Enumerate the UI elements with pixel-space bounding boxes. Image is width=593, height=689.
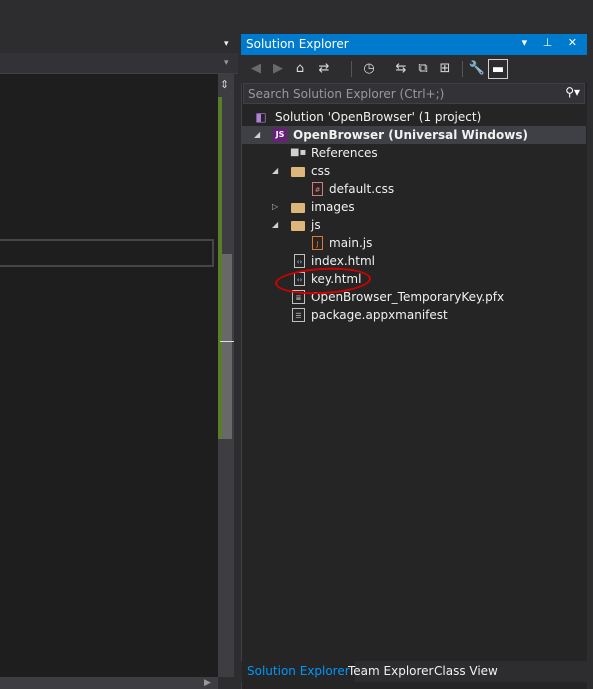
preview-selected-items-icon[interactable]: ▬ [488,59,508,79]
show-all-files-icon[interactable]: ⊞ [435,59,455,79]
solution-explorer-titlebar[interactable]: Solution Explorer ▾ ⊥ ✕ [241,34,587,55]
search-input[interactable] [246,85,548,102]
pending-changes-filter-icon[interactable]: ◷ [359,59,379,79]
javascript-project-icon: JS [273,128,287,142]
panel-window-buttons[interactable]: ▾ ⊥ ✕ [522,36,583,49]
tree-item-label: main.js [329,236,373,250]
tree-item-images-folder[interactable]: ▷ images [242,198,586,216]
tree-item-label: js [311,218,321,232]
tree-item-main-js[interactable]: J main.js [242,234,586,252]
panel-tab-strip: Solution Explorer Team Explorer Class Vi… [241,661,587,682]
tree-item-label: images [311,200,355,214]
tree-item-project[interactable]: ◢ JS OpenBrowser (Universal Windows) [242,126,586,144]
collapse-all-icon[interactable]: ⧉ [413,59,433,79]
tree-item-css-folder[interactable]: ◢ css [242,162,586,180]
panel-title: Solution Explorer [246,37,349,51]
search-icon[interactable]: ⚲▾ [565,85,580,99]
expanded-chevron-icon[interactable]: ◢ [272,216,278,234]
css-file-icon: # [312,182,323,196]
home-icon[interactable]: ⌂ [290,59,310,79]
tree-item-references[interactable]: ■▪ References [242,144,586,162]
window-edge [587,34,593,689]
tree-item-label: default.css [329,182,395,196]
tree-item-manifest[interactable]: ☰ package.appxmanifest [242,306,586,324]
tree-item-label: References [311,146,378,160]
tree-item-label: package.appxmanifest [311,308,448,322]
javascript-file-icon: J [312,236,323,250]
tree-item-label: OpenBrowser (Universal Windows) [293,128,528,142]
manifest-file-icon: ☰ [292,308,305,322]
tab-team-explorer[interactable]: Team Explorer [343,661,439,682]
code-editor[interactable] [0,74,218,677]
tab-class-view[interactable]: Class View [429,661,503,682]
navigation-dropdown[interactable] [0,53,238,74]
folder-icon [291,167,305,177]
expanded-chevron-icon[interactable]: ◢ [254,126,260,144]
current-line-highlight [0,239,214,267]
sync-with-document-icon[interactable]: ⇆ [391,59,411,79]
editor-tab-strip [0,0,238,34]
switch-views-icon[interactable]: ⇄ [314,59,334,79]
split-window-handle-icon[interactable]: ⇕ [220,78,229,91]
solution-icon: ◧ [255,110,267,124]
folder-icon [291,221,305,231]
back-icon[interactable]: ◀ [246,59,266,79]
solution-explorer-toolbar: ◀ ▶ ⌂ ⇄ ◷ ⇆ ⧉ ⊞ 🔧 ▬ [241,55,587,83]
tree-item-js-folder[interactable]: ◢ js [242,216,586,234]
toolbar-separator [351,61,352,77]
tab-solution-explorer[interactable]: Solution Explorer [242,661,355,682]
navigation-dropdown-arrow-icon[interactable]: ▾ [224,58,229,68]
properties-wrench-icon[interactable]: 🔧 [467,59,487,79]
search-box[interactable]: ⚲▾ [243,83,585,104]
folder-icon [291,203,305,213]
editor-horizontal-scrollbar[interactable] [0,677,218,689]
tab-list-dropdown-icon[interactable]: ▾ [224,39,229,49]
forward-icon[interactable]: ▶ [268,59,288,79]
toolbar-separator [462,61,463,77]
references-icon: ■▪ [290,147,307,158]
tree-item-label: Solution 'OpenBrowser' (1 project) [275,110,482,124]
tree-item-default-css[interactable]: # default.css [242,180,586,198]
editor-scrollbar-thumb[interactable] [222,254,232,439]
expanded-chevron-icon[interactable]: ◢ [272,162,278,180]
html-file-icon: ‹› [294,254,305,268]
collapsed-chevron-icon[interactable]: ▷ [272,198,278,216]
scroll-right-icon[interactable]: ▶ [204,677,211,689]
scroll-position-marker [220,341,234,342]
tree-item-label: css [311,164,331,178]
tree-item-solution[interactable]: ◧ Solution 'OpenBrowser' (1 project) [242,108,586,126]
tree-item-index-html[interactable]: ‹› index.html [242,252,586,270]
